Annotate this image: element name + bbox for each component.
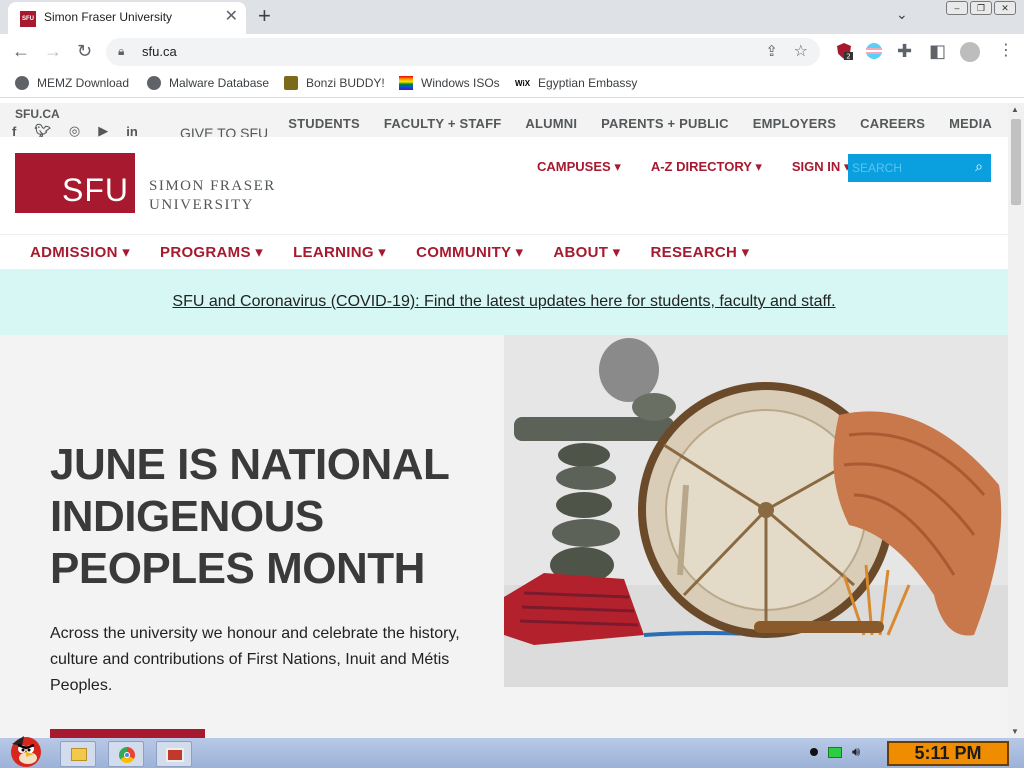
site-domain-label[interactable]: SFU.CA [15,107,60,121]
tab-title: Simon Fraser University [44,10,173,24]
scroll-down-icon[interactable]: ▼ [1011,727,1019,736]
search-input[interactable] [852,158,960,178]
hero-image [504,335,1008,687]
site-search: ⌕ [848,154,991,182]
folder-icon [71,748,87,761]
caret-down-icon: ▾ [755,159,762,174]
share-icon[interactable]: ⇪ [765,42,778,60]
taskbar: 🔊︎ 5:11 PM [0,736,1024,768]
bookmarks-bar: MEMZ Download Malware Database Bonzi BUD… [0,70,1024,98]
nav-employers[interactable]: EMPLOYERS [753,116,836,131]
flag-extension-icon[interactable] [865,42,883,60]
site-header: SFU SIMON FRASER UNIVERSITY CAMPUSES ▾ A… [0,137,1008,235]
scroll-up-icon[interactable]: ▲ [1011,105,1019,114]
address-bar[interactable]: 🔒︎ sfu.ca ⇪ ☆ [106,38,820,66]
menu-icon[interactable]: ⋮ [998,40,1014,60]
hero-section: JUNE IS NATIONAL INDIGENOUS PEOPLES MONT… [0,335,1008,738]
extension-badge: 2 [846,53,850,61]
hero-title: JUNE IS NATIONAL INDIGENOUS PEOPLES MONT… [50,440,449,593]
caret-down-icon: ▾ [614,159,621,174]
bookmark-item[interactable]: Bonzi BUDDY! [284,76,385,90]
browser-tab[interactable]: SFU Simon Fraser University ✕ [8,2,246,34]
sfu-favicon-icon: SFU [20,11,36,27]
nav-students[interactable]: STUDENTS [288,116,360,131]
system-tray: 🔊︎ [810,744,860,760]
nav-faculty-staff[interactable]: FACULTY + STAFF [384,116,501,131]
screen: SFU Simon Fraser University ✕ + ⌄ – ❐ ✕ … [0,0,1024,768]
nav-parents-public[interactable]: PARENTS + PUBLIC [601,116,729,131]
nav-about[interactable]: ABOUT ▾ [553,243,620,261]
globe-icon [15,76,29,90]
nav-admission[interactable]: ADMISSION ▾ [30,243,130,261]
tab-strip: SFU Simon Fraser University ✕ + ⌄ – ❐ ✕ [0,0,1024,34]
logo-wordmark[interactable]: SIMON FRASER UNIVERSITY [149,177,276,215]
bonzi-icon [284,76,298,90]
bookmark-item[interactable]: Malware Database [147,76,269,90]
window-controls: – ❐ ✕ [946,1,1016,15]
chevron-down-icon[interactable]: ⌄ [896,6,908,23]
taskbar-app-button[interactable] [156,741,192,767]
tab-close-icon[interactable]: ✕ [225,8,238,26]
caret-down-icon: ▾ [612,244,621,261]
taskbar-explorer-button[interactable] [60,741,96,767]
minimize-icon[interactable]: – [946,1,968,15]
new-tab-icon[interactable]: + [258,4,271,28]
indigenous-artifacts-illustration [504,335,1008,687]
nav-careers[interactable]: CAREERS [860,116,925,131]
nav-community[interactable]: COMMUNITY ▾ [416,243,523,261]
utility-nav: CAMPUSES ▾ A-Z DIRECTORY ▾ SIGN IN ▾ [537,159,850,175]
rainbow-flag-icon [399,76,413,90]
nav-campuses[interactable]: CAMPUSES ▾ [537,159,621,175]
nav-research[interactable]: RESEARCH ▾ [651,243,750,261]
covid-alert-banner: SFU and Coronavirus (COVID-19): Find the… [0,269,1008,335]
nav-media[interactable]: MEDIA [949,116,992,131]
bookmark-item[interactable]: Windows ISOs [399,76,500,90]
globe-icon [147,76,161,90]
wix-icon: WiX [515,78,531,88]
nav-programs[interactable]: PROGRAMS ▾ [160,243,263,261]
site-top-bar: SFU.CA f 🐦︎ ◎ ▶ in GIVE TO SFU STUDENTS … [0,103,1008,141]
app-window-icon [166,748,184,762]
url-text[interactable]: sfu.ca [142,44,177,59]
taskbar-clock[interactable]: 5:11 PM [887,741,1009,766]
search-icon[interactable]: ⌕ [975,158,983,175]
covid-alert-link[interactable]: SFU and Coronavirus (COVID-19): Find the… [172,293,835,311]
forward-icon[interactable]: → [44,41,62,61]
nav-sign-in[interactable]: SIGN IN ▾ [792,159,851,175]
start-button-angry-bird-icon[interactable] [4,732,48,768]
nav-alumni[interactable]: ALUMNI [525,116,577,131]
side-panel-icon[interactable]: ◧ [929,41,946,61]
nav-az-directory[interactable]: A-Z DIRECTORY ▾ [651,159,762,175]
caret-down-icon: ▾ [255,244,264,261]
bookmark-star-icon[interactable]: ☆ [794,41,808,61]
close-window-icon[interactable]: ✕ [994,1,1016,15]
maximize-icon[interactable]: ❐ [970,1,992,15]
hero-body: Across the university we honour and cele… [50,625,460,694]
shield-extension-icon[interactable]: 2 [835,42,853,60]
main-nav: ADMISSION ▾ PROGRAMS ▾ LEARNING ▾ COMMUN… [0,235,1008,269]
puzzle-icon[interactable]: ✚ [897,41,912,61]
hero-cta-button[interactable] [50,729,205,738]
bookmark-item[interactable]: WiX Egyptian Embassy [515,76,637,90]
lock-icon[interactable]: 🔒︎ [118,44,124,59]
sfu-logo[interactable]: SFU [15,153,135,213]
record-icon[interactable] [810,748,818,756]
caret-down-icon: ▾ [741,244,750,261]
page-scrollbar[interactable]: ▲ ▼ [1008,103,1024,738]
scrollbar-thumb[interactable] [1011,119,1021,205]
caret-down-icon: ▾ [515,244,524,261]
taskbar-chrome-button[interactable] [108,741,144,767]
webpage: SFU.CA f 🐦︎ ◎ ▶ in GIVE TO SFU STUDENTS … [0,103,1008,738]
network-icon[interactable] [828,746,842,758]
volume-icon[interactable]: 🔊︎ [852,744,860,760]
caret-down-icon: ▾ [378,244,387,261]
audience-nav: STUDENTS FACULTY + STAFF ALUMNI PARENTS … [288,116,992,131]
profile-avatar[interactable] [960,42,980,62]
back-icon[interactable]: ← [12,41,30,61]
reload-icon[interactable]: ↻ [77,41,92,61]
bookmark-item[interactable]: MEMZ Download [15,76,129,90]
nav-learning[interactable]: LEARNING ▾ [293,243,386,261]
caret-down-icon: ▾ [122,244,131,261]
